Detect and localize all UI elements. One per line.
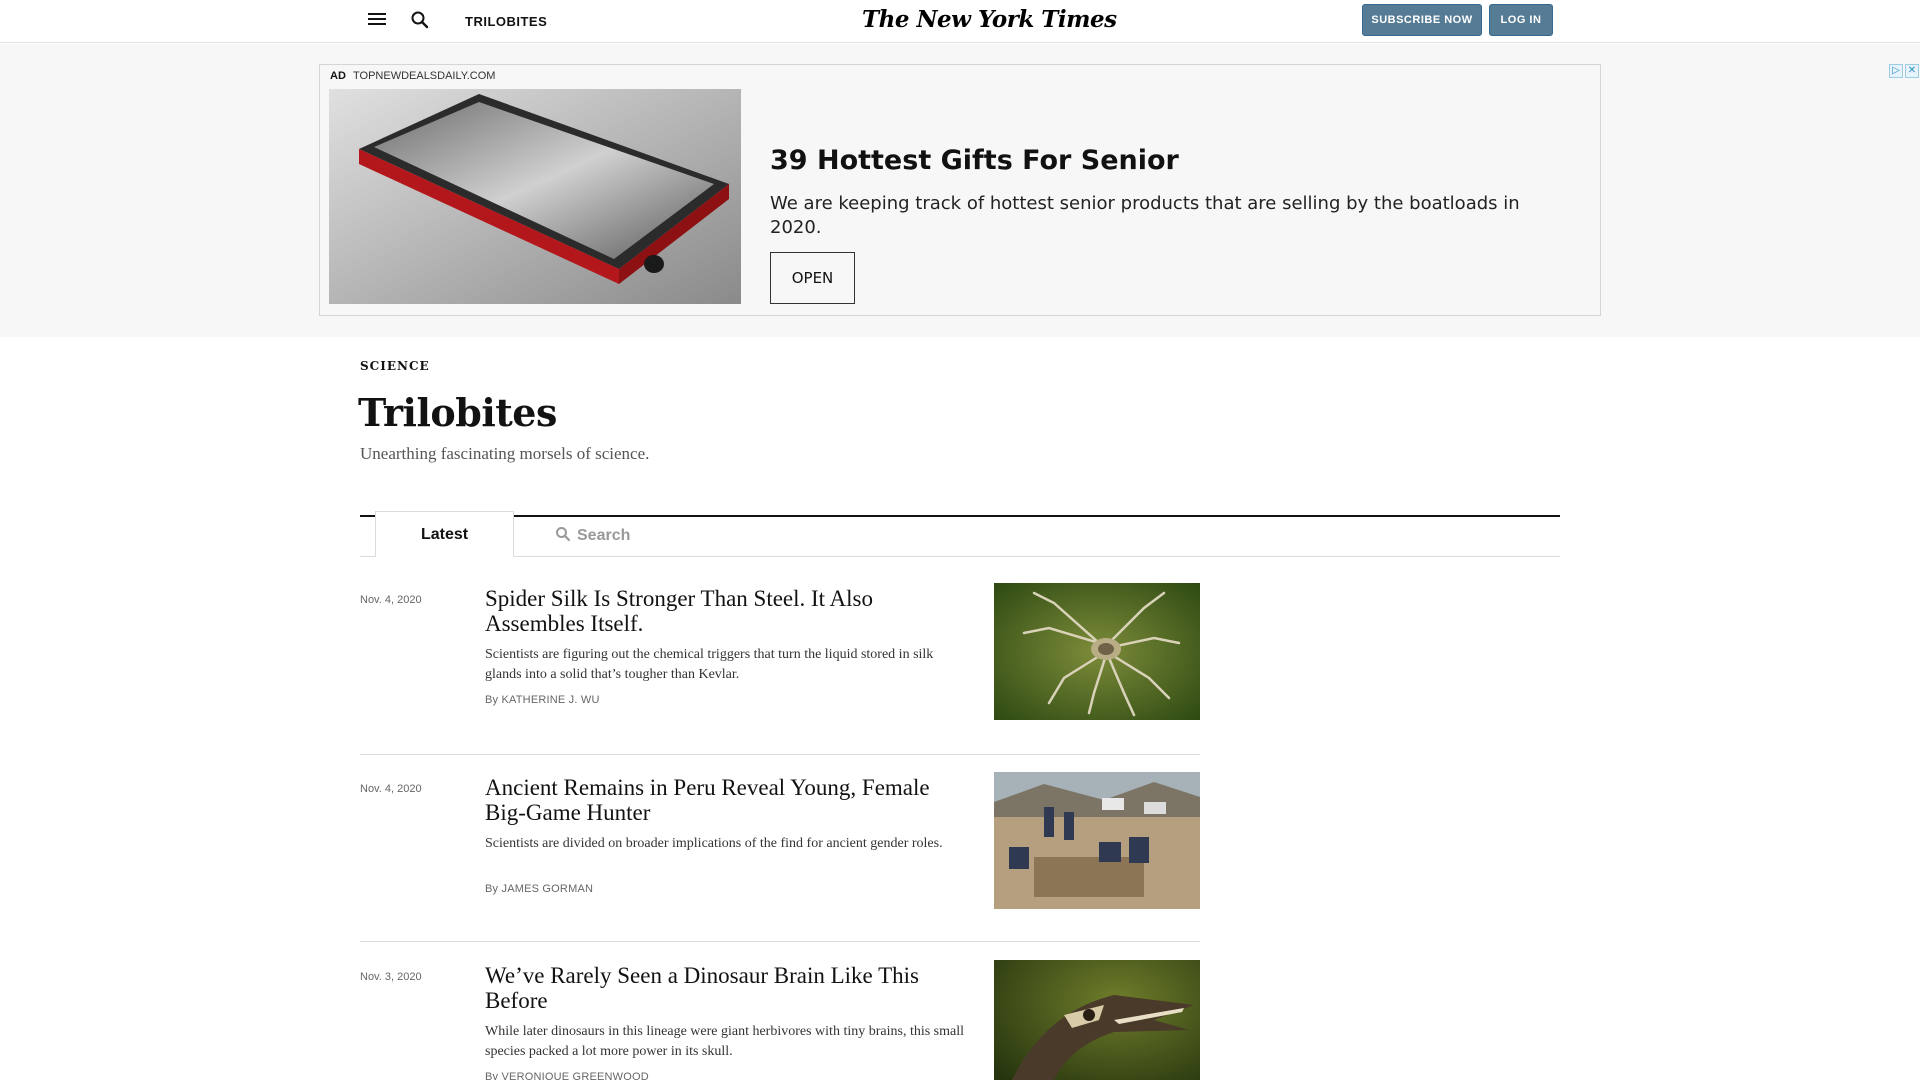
article-divider xyxy=(360,754,1200,755)
article-date: Nov. 3, 2020 xyxy=(360,971,422,983)
article-byline: By VERONIQUE GREENWOOD xyxy=(485,1071,649,1080)
article-byline: By KATHERINE J. WU xyxy=(485,694,600,706)
hamburger-menu-icon[interactable] xyxy=(368,13,386,27)
page-title: Trilobites xyxy=(358,390,557,435)
ad-domain[interactable]: TOPNEWDEALSDAILY.COM xyxy=(353,70,495,82)
article-date: Nov. 4, 2020 xyxy=(360,783,422,795)
section-kicker[interactable]: SCIENCE xyxy=(360,359,430,373)
ad-choices: ▷ ✕ xyxy=(1889,64,1919,80)
nyt-logo[interactable]: The New York Times xyxy=(862,6,1117,33)
tab-latest[interactable]: Latest xyxy=(375,511,514,557)
article-headline[interactable]: We’ve Rarely Seen a Dinosaur Brain Like … xyxy=(485,963,945,1013)
article-byline: By JAMES GORMAN xyxy=(485,883,594,895)
top-bar: TRILOBITES The New York Times SUBSCRIBE … xyxy=(0,0,1920,43)
ad-headline[interactable]: 39 Hottest Gifts For Senior xyxy=(770,145,1179,176)
article-summary: While later dinosaurs in this lineage we… xyxy=(485,1024,965,1059)
ad-info-icon[interactable]: ▷ xyxy=(1889,64,1903,78)
tab-top-rule xyxy=(360,515,1560,517)
page-subtitle: Unearthing fascinating morsels of scienc… xyxy=(360,444,650,463)
login-button[interactable]: LOG IN xyxy=(1489,4,1553,36)
article-divider xyxy=(360,941,1200,942)
article-summary: Scientists are divided on broader implic… xyxy=(485,836,943,851)
article-thumbnail-excavation[interactable] xyxy=(994,772,1200,909)
subscribe-button[interactable]: SUBSCRIBE NOW xyxy=(1362,4,1482,36)
article-thumbnail-spider[interactable] xyxy=(994,583,1200,720)
stream-search[interactable] xyxy=(555,524,955,548)
search-icon xyxy=(555,526,571,547)
ad-label: AD xyxy=(330,70,346,82)
article-summary: Scientists are figuring out the chemical… xyxy=(485,647,934,682)
article-headline[interactable]: Spider Silk Is Stronger Than Steel. It A… xyxy=(485,586,945,636)
search-icon[interactable] xyxy=(410,10,430,30)
ad-body-text: We are keeping track of hottest senior p… xyxy=(770,193,1520,238)
ad-close-icon[interactable]: ✕ xyxy=(1905,64,1919,78)
tab-bottom-rule xyxy=(360,556,1560,557)
section-nav-label[interactable]: TRILOBITES xyxy=(465,14,547,29)
ad-open-button[interactable]: OPEN xyxy=(770,252,855,304)
article-thumbnail-dinosaur-skull[interactable] xyxy=(994,960,1200,1080)
article-headline[interactable]: Ancient Remains in Peru Reveal Young, Fe… xyxy=(485,775,945,825)
search-input[interactable] xyxy=(577,527,877,545)
ad-phone-case-image[interactable] xyxy=(329,89,741,304)
article-date: Nov. 4, 2020 xyxy=(360,594,422,606)
